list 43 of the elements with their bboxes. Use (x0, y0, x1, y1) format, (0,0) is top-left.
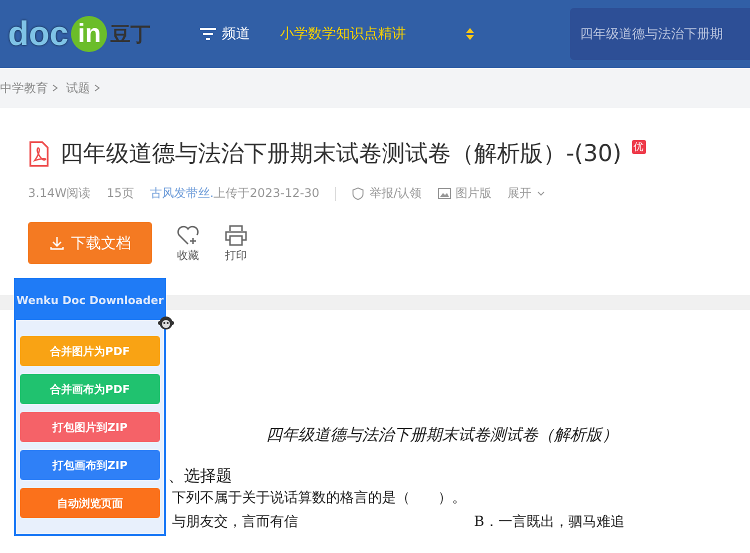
plugin-button[interactable]: 自动浏览页面 (20, 488, 160, 518)
plugin-button[interactable]: 合并图片为PDF (20, 336, 160, 366)
shield-icon (352, 187, 364, 200)
read-count: 3.14W阅读 (28, 185, 91, 202)
monkey-icon (158, 315, 174, 331)
download-icon (49, 235, 65, 251)
quality-badge: 优 (632, 140, 646, 154)
favorite-label[interactable]: 收藏 (177, 248, 199, 262)
sort-icon[interactable] (466, 28, 474, 40)
section-heading: 、选择题 (168, 466, 233, 487)
panel-title: Wenku Doc Downloader (16, 280, 164, 320)
image-icon (438, 188, 450, 199)
breadcrumb-link[interactable]: 中学教育 (0, 80, 48, 96)
answer-option: B．一言既出，驷马难追 (474, 513, 624, 531)
pdf-icon (28, 140, 50, 166)
breadcrumb-link[interactable]: 试题 (66, 80, 90, 96)
plugin-button[interactable]: 打包画布到ZIP (20, 450, 160, 480)
chevron-down-icon (536, 191, 544, 196)
plugin-button[interactable]: 打包图片到ZIP (20, 412, 160, 442)
plugin-button[interactable]: 合并画布为PDF (20, 374, 160, 404)
image-version-link[interactable]: 图片版 (456, 185, 492, 202)
report-link[interactable]: 举报/认领 (369, 185, 422, 202)
question-text: 下列不属于关于说话算数的格言的是（ ）。 (172, 489, 467, 507)
page-count: 15页 (106, 185, 134, 202)
logo-text[interactable]: doc (8, 14, 68, 54)
print-label[interactable]: 打印 (225, 248, 247, 262)
download-button[interactable]: 下载文档 (28, 222, 152, 264)
logo-text[interactable]: 豆丁 (110, 20, 150, 48)
search-field[interactable]: 四年级道德与法治下册期 (570, 8, 750, 60)
heart-icon[interactable] (176, 224, 200, 246)
channel-link[interactable]: 频道 (222, 25, 250, 43)
uploader-link[interactable]: 古风发带丝. (150, 185, 214, 202)
chevron-icon (94, 84, 100, 92)
answer-option: 与朋友交，言而有信 (172, 513, 474, 531)
page-heading: 四年级道德与法治下册期末试卷测试卷（解析版） (266, 425, 619, 446)
upload-date: 上传于2023-12-30 (214, 185, 320, 202)
menu-icon[interactable] (200, 28, 216, 40)
topic-link[interactable]: 小学数学知识点精讲 (280, 25, 406, 43)
chevron-icon (52, 84, 58, 92)
logo-badge[interactable]: in (71, 16, 108, 52)
document-title: 四年级道德与法治下册期末试卷测试卷（解析版）-(30) (60, 140, 622, 169)
printer-icon[interactable] (224, 224, 248, 246)
expand-link[interactable]: 展开 (508, 185, 532, 202)
